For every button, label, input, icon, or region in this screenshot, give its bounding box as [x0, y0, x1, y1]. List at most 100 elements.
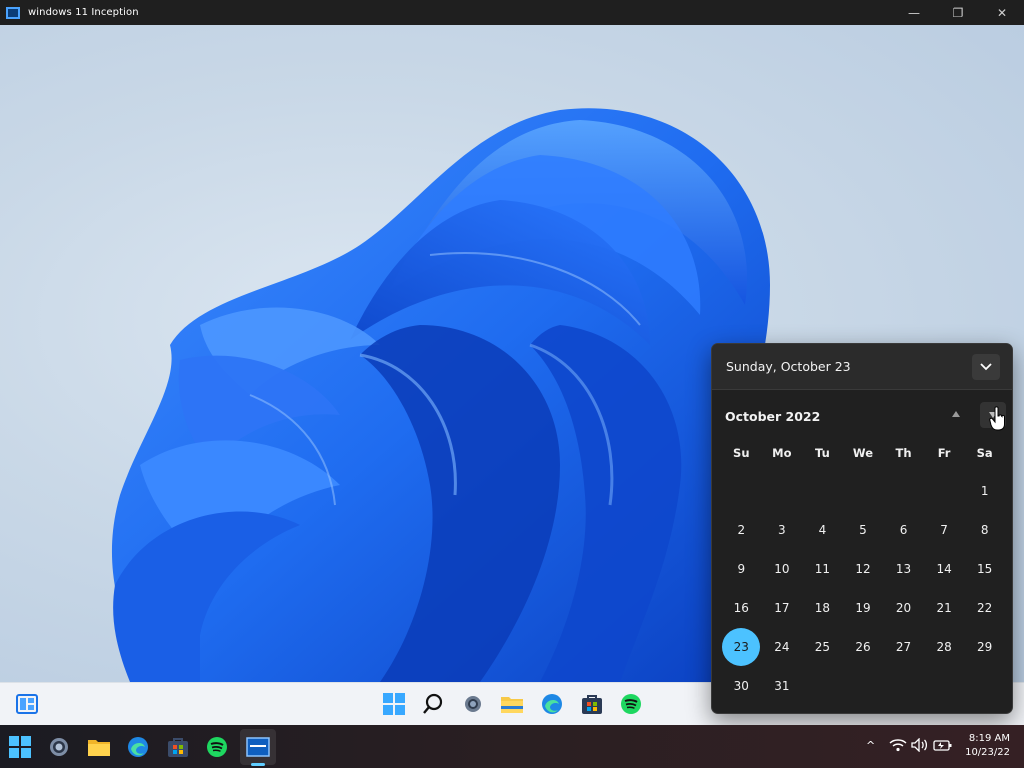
calendar-day-number: 17 — [774, 600, 790, 615]
store-icon[interactable] — [580, 692, 604, 716]
search-icon[interactable] — [421, 692, 445, 716]
calendar-day[interactable]: 19 — [843, 588, 884, 627]
calendar-header: Sunday, October 23 — [712, 344, 1012, 390]
hand-cursor-icon — [989, 406, 1005, 431]
calendar-day[interactable]: 12 — [843, 549, 884, 588]
calendar-day[interactable]: 1 — [964, 471, 1005, 510]
clock[interactable]: 8:19 AM 10/23/22 — [965, 732, 1010, 760]
calendar-day[interactable]: 5 — [843, 510, 884, 549]
calendar-day[interactable]: 8 — [964, 510, 1005, 549]
calendar-day[interactable]: 9 — [721, 549, 762, 588]
calendar-grid: Su Mo Tu We Th Fr Sa 1 2 3 4 5 6 7 8 9 10 11 12 13 14 15 16 17 1… — [721, 435, 1005, 705]
settings-icon[interactable] — [461, 692, 485, 716]
calendar-day-number: 6 — [899, 522, 908, 537]
widgets-icon[interactable] — [15, 692, 39, 716]
calendar-week-row: 2 3 4 5 6 7 8 — [721, 510, 1005, 549]
start-icon[interactable] — [382, 692, 406, 716]
volume-icon[interactable] — [911, 737, 929, 755]
calendar-week-row: 30 31 — [721, 666, 1005, 705]
weekday-label: We — [852, 446, 873, 460]
calendar-day-number: 12 — [855, 561, 871, 576]
calendar-day-number: 1 — [980, 483, 989, 498]
calendar-day[interactable]: 16 — [721, 588, 762, 627]
store-icon[interactable] — [165, 734, 191, 760]
battery-icon[interactable] — [933, 738, 953, 755]
calendar-day-number: 27 — [895, 639, 912, 654]
calendar-week-row: 23 24 25 26 27 28 29 — [721, 627, 1005, 666]
calendar-day[interactable]: 20 — [883, 588, 924, 627]
empty-day-cell — [843, 666, 884, 705]
weekday-label: Sa — [976, 446, 993, 460]
spotify-icon[interactable] — [204, 734, 230, 760]
calendar-day[interactable]: 2 — [721, 510, 762, 549]
calendar-day-number: 26 — [855, 639, 871, 654]
edge-icon[interactable] — [540, 692, 564, 716]
calendar-day[interactable]: 14 — [924, 549, 965, 588]
restore-button[interactable]: ❐ — [936, 0, 980, 25]
calendar-day[interactable]: 10 — [762, 549, 803, 588]
collapse-calendar-button[interactable] — [972, 354, 1000, 380]
calendar-day[interactable]: 3 — [762, 510, 803, 549]
empty-day-cell — [924, 471, 965, 510]
calendar-week-row: 16 17 18 19 20 21 22 — [721, 588, 1005, 627]
empty-day-cell — [802, 666, 843, 705]
calendar-day[interactable]: 15 — [964, 549, 1005, 588]
calendar-day[interactable]: 17 — [762, 588, 803, 627]
empty-day-cell — [802, 471, 843, 510]
tray-overflow-chevron[interactable]: ^ — [866, 739, 875, 752]
calendar-day-number: 22 — [977, 600, 993, 615]
calendar-day[interactable]: 31 — [762, 666, 803, 705]
calendar-week-row: 1 — [721, 471, 1005, 510]
empty-day-cell — [721, 471, 762, 510]
calendar-day[interactable]: 7 — [924, 510, 965, 549]
weekday-label: Fr — [937, 446, 951, 460]
calendar-day-number: 19 — [855, 600, 871, 615]
settings-icon[interactable] — [46, 734, 72, 760]
calendar-day[interactable]: 28 — [924, 627, 965, 666]
calendar-day-number: 23 — [722, 627, 761, 666]
empty-day-cell — [924, 666, 965, 705]
calendar-day[interactable]: 26 — [843, 627, 884, 666]
calendar-day[interactable]: 30 — [721, 666, 762, 705]
edge-icon[interactable] — [125, 734, 151, 760]
calendar-day-number: 24 — [774, 639, 790, 654]
calendar-full-date: Sunday, October 23 — [726, 359, 851, 374]
spotify-icon[interactable] — [619, 692, 643, 716]
calendar-day[interactable]: 18 — [802, 588, 843, 627]
calendar-day-number: 9 — [737, 561, 746, 576]
calendar-day-number: 10 — [774, 561, 790, 576]
weekday-label: Su — [733, 446, 750, 460]
calendar-day-number: 7 — [940, 522, 948, 537]
calendar-day-number: 8 — [980, 522, 989, 537]
window-app-icon — [6, 6, 20, 19]
remote-desktop-icon[interactable] — [245, 734, 271, 760]
file-explorer-icon[interactable] — [500, 692, 524, 716]
calendar-day[interactable]: 27 — [883, 627, 924, 666]
calendar-day[interactable]: 4 — [802, 510, 843, 549]
calendar-month-label[interactable]: October 2022 — [725, 409, 820, 424]
calendar-day[interactable]: 6 — [883, 510, 924, 549]
close-button[interactable]: ✕ — [980, 0, 1024, 25]
calendar-day-today[interactable]: 23 — [721, 627, 762, 666]
minimize-button[interactable]: — — [892, 0, 936, 25]
wifi-icon[interactable] — [889, 738, 907, 755]
calendar-day-number: 5 — [859, 522, 867, 537]
calendar-day-number: 15 — [977, 561, 993, 576]
calendar-day[interactable]: 29 — [964, 627, 1005, 666]
calendar-day-number: 3 — [778, 522, 786, 537]
calendar-day[interactable]: 21 — [924, 588, 965, 627]
calendar-day[interactable]: 24 — [762, 627, 803, 666]
clock-date: 10/23/22 — [965, 747, 1010, 758]
calendar-day[interactable]: 22 — [964, 588, 1005, 627]
calendar-week-row: 9 10 11 12 13 14 15 — [721, 549, 1005, 588]
file-explorer-icon[interactable] — [86, 734, 112, 760]
calendar-day[interactable]: 11 — [802, 549, 843, 588]
calendar-day[interactable]: 25 — [802, 627, 843, 666]
empty-day-cell — [843, 471, 884, 510]
calendar-day[interactable]: 13 — [883, 549, 924, 588]
calendar-day-number: 2 — [737, 522, 746, 537]
calendar-day-number: 16 — [733, 600, 749, 615]
start-icon[interactable] — [7, 734, 33, 760]
previous-month-button[interactable] — [948, 406, 964, 422]
calendar-day-number: 13 — [895, 561, 912, 576]
